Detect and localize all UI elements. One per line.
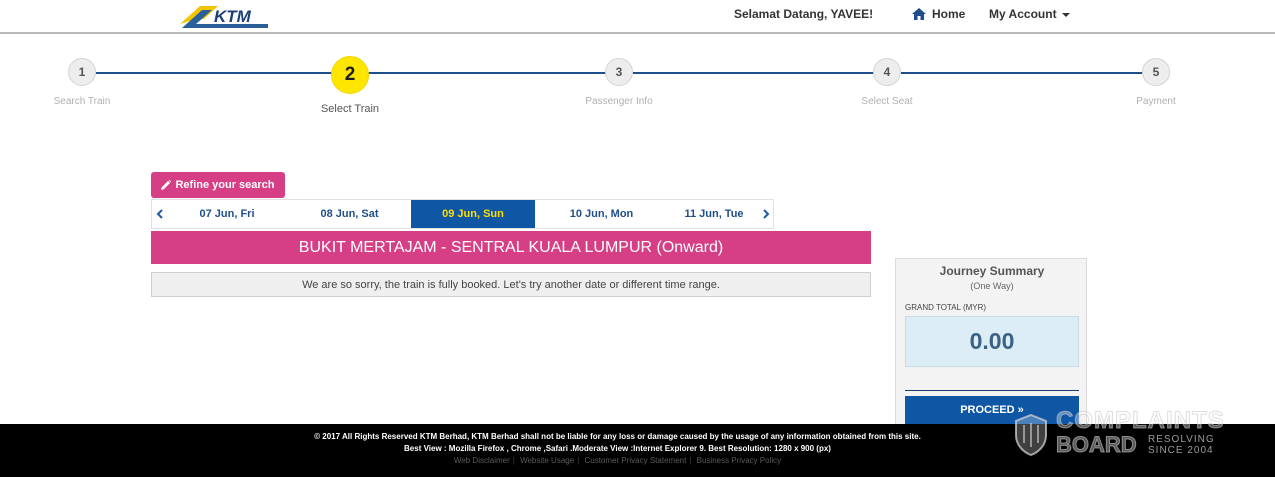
footer-link-disclaimer[interactable]: Web Disclaimer [454, 456, 510, 465]
pencil-icon [161, 180, 172, 190]
complaints-board-watermark: COMPLAINTS BOARD RESOLVING SINCE 2004 [1014, 407, 1234, 461]
step-5-circle: 5 [1142, 58, 1170, 86]
journey-summary-panel: Journey Summary (One Way) GRAND TOTAL (M… [895, 258, 1087, 428]
date-tab-08-jun[interactable]: 08 Jun, Sat [288, 200, 411, 228]
grand-total-label: GRAND TOTAL (MYR) [905, 303, 987, 312]
footer-link-customer-privacy[interactable]: Customer Privacy Statement [585, 456, 687, 465]
step-2-label: Select Train [320, 103, 380, 115]
chevron-right-icon [762, 209, 769, 219]
summary-divider [905, 390, 1079, 391]
logo-text: KTM [214, 7, 252, 26]
watermark-line3: RESOLVING [1148, 434, 1215, 445]
step-5-label: Payment [1136, 96, 1176, 107]
step-connector [633, 72, 874, 74]
welcome-greeting: Selamat Datang, YAVEE! [734, 7, 874, 21]
caret-down-icon [1061, 12, 1070, 17]
account-label: My Account [989, 7, 1057, 21]
home-icon [912, 8, 926, 20]
footer-link-business-privacy[interactable]: Business Privacy Policy [697, 456, 781, 465]
step-4-label: Select Seat [861, 96, 913, 107]
step-1-circle: 1 [68, 58, 96, 86]
step-connector [96, 72, 336, 74]
step-4-circle: 4 [873, 58, 901, 86]
route-banner: BUKIT MERTAJAM - SENTRAL KUALA LUMPUR (O… [151, 231, 871, 264]
date-next-button[interactable] [759, 200, 773, 228]
watermark-line4: SINCE 2004 [1148, 445, 1214, 456]
step-3-label: Passenger Info [585, 96, 653, 107]
date-tab-11-jun[interactable]: 11 Jun, Tue [668, 200, 760, 228]
summary-subtitle: (One Way) [970, 281, 1014, 291]
date-selector: 07 Jun, Fri 08 Jun, Sat 09 Jun, Sun 10 J… [151, 199, 774, 229]
fully-booked-notice: We are so sorry, the train is fully book… [151, 272, 871, 297]
chevron-left-icon [156, 209, 163, 219]
step-connector [901, 72, 1143, 74]
grand-total-value: 0.00 [905, 316, 1079, 367]
date-tab-07-jun[interactable]: 07 Jun, Fri [166, 200, 288, 228]
step-connector [365, 72, 606, 74]
ktm-logo[interactable]: KTM [178, 2, 270, 30]
footer-link-website-usage[interactable]: Website Usage [520, 456, 574, 465]
top-header: KTM Selamat Datang, YAVEE! Home My Accou… [0, 0, 1275, 34]
watermark-line2: BOARD [1056, 432, 1138, 457]
shield-icon [1015, 413, 1047, 457]
step-1-label: Search Train [53, 96, 111, 107]
date-tab-09-jun[interactable]: 09 Jun, Sun [411, 200, 535, 228]
step-3-circle: 3 [605, 58, 633, 86]
refine-search-label: Refine your search [175, 179, 275, 191]
date-prev-button[interactable] [152, 200, 166, 228]
summary-title: Journey Summary [939, 264, 1045, 278]
my-account-dropdown[interactable]: My Account [989, 7, 1070, 21]
date-tab-10-jun[interactable]: 10 Jun, Mon [535, 200, 668, 228]
home-link[interactable]: Home [912, 7, 965, 21]
home-label: Home [932, 7, 966, 21]
refine-search-button[interactable]: Refine your search [151, 172, 285, 198]
step-2-circle: 2 [331, 56, 369, 94]
watermark-line1: COMPLAINTS [1056, 407, 1225, 434]
